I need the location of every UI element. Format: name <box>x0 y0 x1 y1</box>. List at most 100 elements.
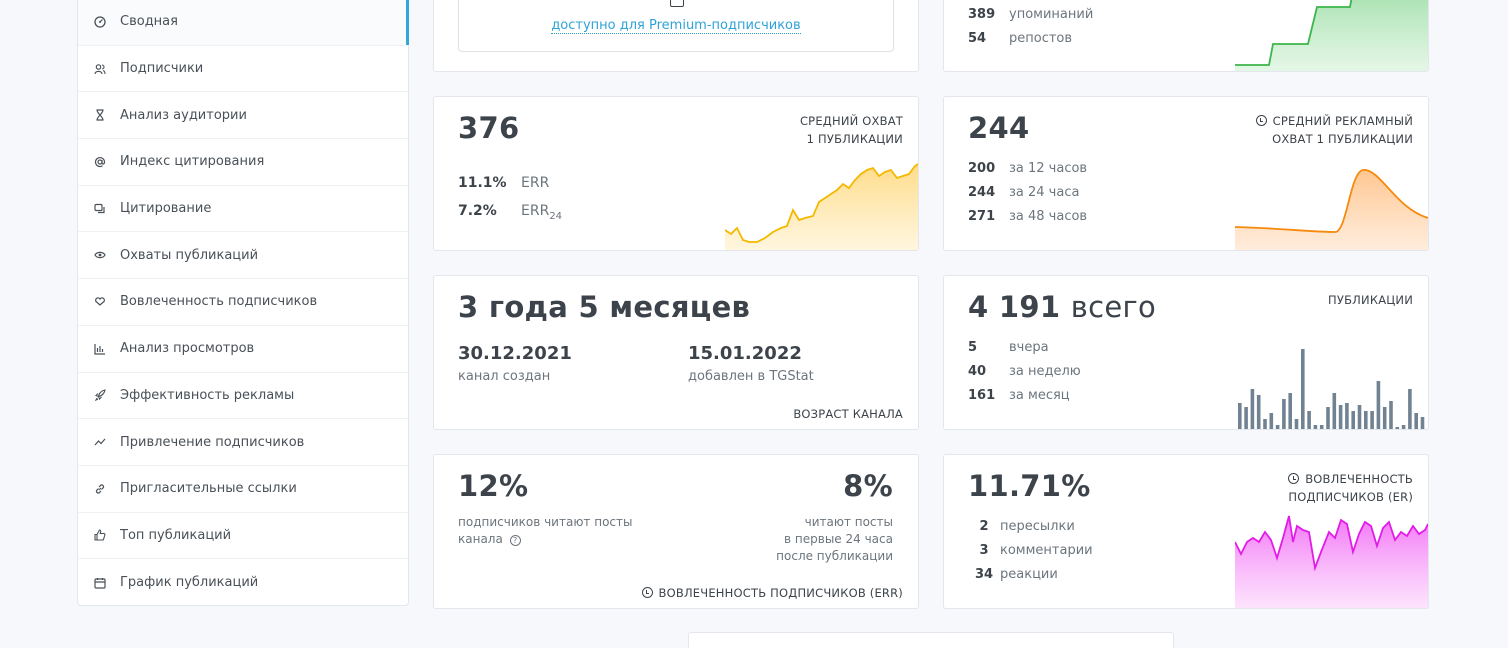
publication-bar <box>1288 393 1292 429</box>
ad-reach-row: 244 за 24 часа <box>968 185 1080 200</box>
publication-bar <box>1326 407 1330 429</box>
rocket-icon <box>94 389 106 402</box>
lock-icon <box>670 0 684 7</box>
link-icon <box>94 483 106 495</box>
publication-bar <box>1414 413 1418 429</box>
premium-box: доступно для Premium-подписчиков <box>458 0 894 52</box>
created-label: канал создан <box>458 369 551 384</box>
sidebar-item-label: Вовлеченность подписчиков <box>120 294 318 310</box>
thumbs-up-icon <box>94 529 106 541</box>
sidebar-item-subscribers[interactable]: Подписчики <box>78 46 408 93</box>
heart-hand-icon <box>94 296 106 308</box>
posts-row: 161 за месяц <box>968 388 1070 403</box>
sidebar-item-invite-links[interactable]: Пригласительные ссылки <box>78 466 408 513</box>
mentions-row: 389 упоминаний <box>968 7 1094 22</box>
publication-bar <box>1238 403 1242 429</box>
publication-bar <box>1275 425 1280 429</box>
publication-bar <box>1263 419 1267 429</box>
err-right-text: читают посты в первые 24 часа после публ… <box>776 515 893 563</box>
trend-icon <box>94 436 106 448</box>
sidebar-item-citation-index[interactable]: Индекс цитирования <box>78 139 408 186</box>
hourglass-icon <box>94 109 106 121</box>
sidebar-item-label: Индекс цитирования <box>120 154 265 170</box>
er-row: 2 пересылки <box>979 519 1075 534</box>
er-caption: ВОВЛЕЧЕННОСТЬ ПОДПИСЧИКОВ (ER) <box>1288 472 1413 504</box>
premium-card: доступно для Premium-подписчиков <box>433 0 919 72</box>
info-clock-icon[interactable] <box>641 587 653 598</box>
err-right-value: 8% <box>843 469 893 503</box>
sidebar-item-label: Охваты публикаций <box>120 247 259 263</box>
avg-reach-value: 376 <box>458 111 520 145</box>
publication-bar <box>1269 413 1274 429</box>
sidebar-item-ad-efficiency[interactable]: Эффективность рекламы <box>78 373 408 420</box>
publications-card: 4 191 всего ПУБЛИКАЦИИ 5 вчера 40 за нед… <box>943 275 1429 430</box>
sidebar-item-label: Анализ просмотров <box>120 341 255 357</box>
sidebar-item-engagement[interactable]: Вовлеченность подписчиков <box>78 279 408 326</box>
err-row: 11.1% ERR <box>458 175 550 191</box>
sidebar-item-audience[interactable]: Анализ аудитории <box>78 92 408 140</box>
sidebar-item-label: Привлечение подписчиков <box>120 434 305 450</box>
publication-bar <box>1389 401 1393 429</box>
created-date: 30.12.2021 <box>458 343 572 364</box>
sidebar-item-schedule[interactable]: График публикаций <box>78 559 408 606</box>
publication-bar <box>1313 425 1318 429</box>
calendar-icon <box>94 577 106 589</box>
channel-age-caption: ВОЗРАСТ КАНАЛА <box>793 407 903 421</box>
help-icon[interactable]: ? <box>509 535 521 546</box>
publication-bar <box>1319 425 1324 429</box>
dashboard-icon <box>94 16 106 28</box>
ad-reach-sparkline <box>1235 169 1428 250</box>
sidebar-item-label: Пригласительные ссылки <box>120 481 297 497</box>
publications-bar-chart <box>1238 349 1425 429</box>
avg-reach-caption: СРЕДНИЙ ОХВАТ 1 ПУБЛИКАЦИИ <box>799 114 903 146</box>
sidebar-item-label: Анализ аудитории <box>120 107 247 123</box>
publication-bar <box>1282 399 1286 429</box>
sidebar-item-citations[interactable]: Цитирование <box>78 186 408 233</box>
sidebar-item-label: Топ публикаций <box>120 527 232 543</box>
sidebar-item-label: Цитирование <box>120 201 212 217</box>
reach-sparkline <box>725 163 918 250</box>
er-card: 11.71% ВОВЛЕЧЕННОСТЬ ПОДПИСЧИКОВ (ER) 2 … <box>943 454 1429 609</box>
posts-row: 5 вчера <box>968 340 1049 355</box>
added-date: 15.01.2022 <box>688 343 802 364</box>
publication-bar <box>1332 393 1337 429</box>
reposts-row: 54 репостов <box>968 31 1073 46</box>
avg-reach-card: 376 СРЕДНИЙ ОХВАТ 1 ПУБЛИКАЦИИ 11.1% ERR… <box>433 96 919 251</box>
info-clock-icon[interactable] <box>1255 115 1267 126</box>
publications-value: 4 191 всего <box>968 290 1157 324</box>
publication-bar <box>1244 407 1248 429</box>
err-left-text: подписчиков читают посты канала ? <box>458 515 633 546</box>
sidebar-item-reach[interactable]: Охваты публикаций <box>78 232 408 280</box>
sidebar-item-summary[interactable]: Сводная <box>78 0 409 46</box>
publication-bar <box>1376 381 1381 429</box>
publication-bar <box>1294 419 1299 429</box>
mentions-sparkline <box>1235 0 1428 71</box>
publication-bar <box>1338 405 1343 429</box>
channel-age-card: 3 года 5 месяцев 30.12.2021 канал создан… <box>433 275 919 430</box>
channel-age-value: 3 года 5 месяцев <box>458 290 751 324</box>
sidebar-item-acquisition[interactable]: Привлечение подписчиков <box>78 419 408 466</box>
sidebar-item-label: График публикаций <box>120 575 259 591</box>
publication-bar <box>1395 427 1400 429</box>
bar-chart-icon <box>94 343 106 355</box>
publication-bar <box>1364 411 1368 429</box>
publication-bar <box>1382 407 1387 429</box>
users-icon <box>94 63 106 75</box>
er-sparkline <box>1235 515 1428 608</box>
premium-link[interactable]: доступно для Premium-подписчиков <box>551 18 801 34</box>
ad-reach-caption: СРЕДНИЙ РЕКЛАМНЫЙ ОХВАТ 1 ПУБЛИКАЦИИ <box>1255 112 1413 148</box>
err-left-value: 12% <box>458 469 529 503</box>
posts-row: 40 за неделю <box>968 364 1081 379</box>
ad-reach-card: 244 СРЕДНИЙ РЕКЛАМНЫЙ ОХВАТ 1 ПУБЛИКАЦИИ… <box>943 96 1429 251</box>
publication-bar <box>1357 405 1362 429</box>
sidebar-item-views[interactable]: Анализ просмотров <box>78 326 408 373</box>
sidebar-item-label: Подписчики <box>120 61 204 77</box>
quote-icon <box>94 203 106 215</box>
er-row: 3 комментарии <box>979 543 1093 558</box>
info-clock-icon[interactable] <box>1288 473 1300 484</box>
bottom-card <box>688 632 1174 648</box>
publications-caption: ПУБЛИКАЦИИ <box>1328 293 1413 307</box>
sidebar-nav: Сводная Подписчики Анализ аудитории Инде… <box>77 0 409 606</box>
added-label: добавлен в TGStat <box>688 369 814 384</box>
sidebar-item-top-posts[interactable]: Топ публикаций <box>78 513 408 560</box>
